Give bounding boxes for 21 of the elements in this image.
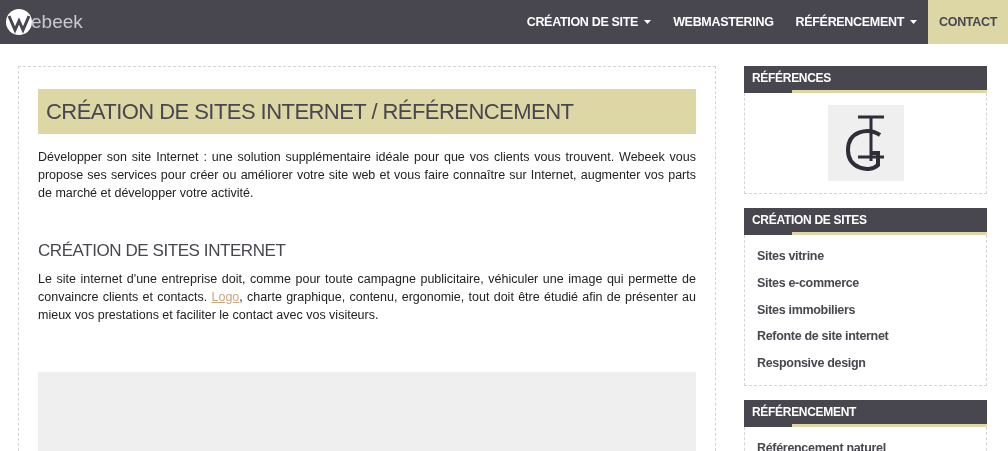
widget-title: RÉFÉRENCEMENT bbox=[751, 403, 858, 421]
sidebar-link[interactable]: Sites e-commerce bbox=[757, 269, 859, 297]
sidebar-link[interactable]: Refonte de site internet bbox=[757, 323, 889, 350]
intro-paragraph: Développer son site Internet : une solution supplémentaire idéale pour que vos clients vous trouvent. Webeek vous propose ses services pour créer ou améliorer votre site web et vous faire connaître sur Internet, augmenter vos parts de marché et développer votre activité. bbox=[38, 149, 696, 202]
sidebar-link[interactable]: Responsive design bbox=[757, 350, 866, 377]
widget-title: CRÉATION DE SITES bbox=[751, 211, 868, 229]
monogram-logo[interactable] bbox=[827, 105, 904, 181]
sidebar-link[interactable]: Sites vitrine bbox=[757, 243, 824, 270]
widget-title: RÉFÉRENCES bbox=[751, 69, 832, 87]
page-title: CRÉATION DE SITES INTERNET / RÉFÉRENCEMENT bbox=[38, 89, 696, 134]
nav-link[interactable]: CONTACT bbox=[928, 0, 1008, 44]
nav-link[interactable]: CRÉATION DE SITE bbox=[515, 0, 663, 44]
section-heading: CRÉATION DE SITES INTERNET bbox=[38, 240, 287, 262]
caret-icon bbox=[910, 20, 917, 24]
caret-icon bbox=[644, 20, 652, 24]
nav-link[interactable]: WEBMASTERING bbox=[662, 0, 785, 44]
sidebar-link[interactable]: Sites immobiliers bbox=[757, 296, 856, 324]
section-paragraph: Le site internet d'une entreprise doit, comme pour toute campagne publicitaire, véhiculer une image qui permette de convaincre clients et contacts. Logo, charte graphique, contenu, ergonomie, tout doit être étudié afin de présenter au mieux vos prestations et faciliter le contact avec vos visiteurs. bbox=[38, 270, 696, 324]
nav-link[interactable]: RÉFÉRENCEMENT bbox=[784, 0, 928, 44]
logo-icon[interactable] bbox=[6, 9, 32, 35]
logo-text[interactable]: ebeek bbox=[31, 7, 83, 37]
